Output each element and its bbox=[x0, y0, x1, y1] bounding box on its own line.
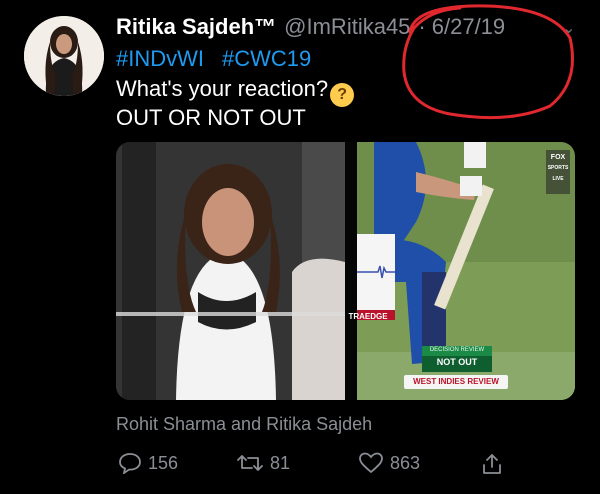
heart-icon bbox=[359, 452, 383, 474]
display-name[interactable]: Ritika Sajdeh™ bbox=[116, 14, 276, 39]
retweet-icon bbox=[237, 455, 263, 471]
broadcaster-line-3: LIVE bbox=[552, 176, 564, 182]
share-button[interactable] bbox=[480, 452, 504, 476]
like-count: 863 bbox=[390, 452, 421, 473]
user-handle[interactable]: @ImRitika45 bbox=[284, 14, 410, 39]
hashtag-indvwi[interactable]: #INDvWI bbox=[116, 46, 204, 71]
avatar[interactable] bbox=[24, 16, 104, 96]
reply-button[interactable]: 156 bbox=[118, 452, 178, 474]
tweet-media[interactable]: TRAEDGE DECISION REVIEW NOT OUT WEST IND… bbox=[116, 142, 575, 400]
hashtag-cwc19[interactable]: #CWC19 bbox=[222, 46, 311, 71]
reply-count: 156 bbox=[148, 452, 179, 473]
retweet-count: 81 bbox=[270, 452, 291, 473]
broadcaster-line-1: FOX bbox=[550, 154, 566, 161]
chevron-down-icon[interactable]: ⌄ bbox=[562, 18, 575, 38]
tweet-text-line-1: What's your reaction?? bbox=[116, 76, 355, 107]
tagged-users[interactable]: Rohit Sharma and Ritika Sajdeh bbox=[116, 414, 372, 435]
broadcaster-line-2: SPORTS bbox=[547, 165, 569, 171]
tweet-text: What's your reaction? bbox=[116, 76, 329, 101]
tweet-date[interactable]: 6/27/19 bbox=[432, 14, 505, 39]
share-icon bbox=[483, 454, 501, 474]
avatar-image bbox=[24, 16, 104, 96]
like-button[interactable]: 863 bbox=[358, 452, 420, 474]
review-banner: WEST INDIES REVIEW bbox=[413, 377, 499, 386]
media-photo-collage bbox=[116, 142, 575, 400]
hashtag-list: #INDvWI #CWC19 bbox=[116, 46, 311, 72]
reply-icon bbox=[119, 453, 141, 474]
snickometer-label: TRAEDGE bbox=[348, 312, 388, 321]
broadcaster-logo: FOX SPORTS LIVE bbox=[546, 152, 570, 185]
tweet-header: Ritika Sajdeh™ @ImRitika45 · 6/27/19 bbox=[116, 14, 505, 40]
retweet-button[interactable]: 81 bbox=[236, 452, 290, 474]
separator-dot: · bbox=[418, 14, 426, 39]
tweet-text-line-2: OUT OR NOT OUT bbox=[116, 105, 306, 130]
decision-review-value: NOT OUT bbox=[436, 357, 478, 367]
decision-review-title: DECISION REVIEW bbox=[429, 347, 485, 353]
thinking-face-icon: ? bbox=[330, 83, 355, 107]
